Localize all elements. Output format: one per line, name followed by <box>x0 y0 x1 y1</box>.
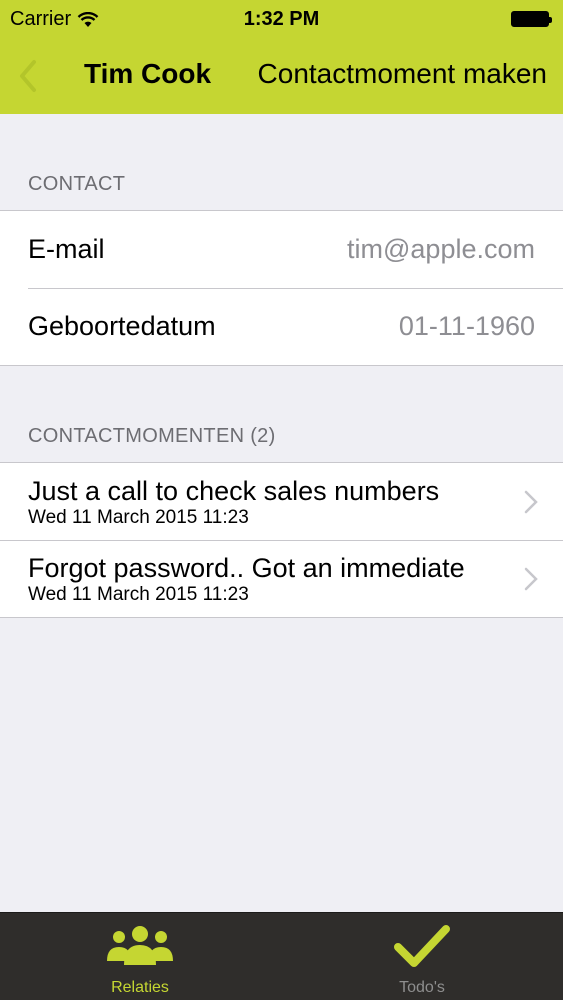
tab-bar: Relaties Todo's <box>0 912 563 1000</box>
list-item[interactable]: Forgot password.. Got an immediate Wed 1… <box>0 540 563 617</box>
contact-group: E-mail tim@apple.com Geboortedatum 01-11… <box>0 210 563 366</box>
contactmomenten-section-header: CONTACTMOMENTEN (2) <box>28 425 276 447</box>
tab-relaties-label: Relaties <box>111 979 169 996</box>
moment-title: Forgot password.. Got an immediate <box>28 553 465 583</box>
birthdate-row[interactable]: Geboortedatum 01-11-1960 <box>0 288 563 365</box>
moment-title: Just a call to check sales numbers <box>28 476 440 506</box>
birthdate-value: 01-11-1960 <box>398 311 535 341</box>
back-chevron-icon[interactable] <box>14 58 42 94</box>
birthdate-label: Geboortedatum <box>28 311 216 341</box>
create-contact-moment-button[interactable]: Contactmoment maken <box>258 58 547 90</box>
tab-todos[interactable]: Todo's <box>352 913 492 1000</box>
people-icon <box>107 926 173 965</box>
checkmark-icon <box>394 925 450 967</box>
nav-row: Tim Cook Contactmoment maken <box>0 48 563 104</box>
navigation-bar: Carrier 1:32 PM Tim Cook Contactmoment m… <box>0 0 563 114</box>
chevron-right-icon <box>524 490 538 514</box>
email-label: E-mail <box>28 234 105 264</box>
contactmomenten-group: Just a call to check sales numbers Wed 1… <box>0 462 563 618</box>
contact-section-header: CONTACT <box>28 173 126 195</box>
moment-date: Wed 11 March 2015 11:23 <box>28 584 249 605</box>
status-bar: Carrier 1:32 PM <box>0 0 563 38</box>
nav-title: Tim Cook <box>84 58 212 89</box>
battery-icon <box>511 11 552 27</box>
email-row[interactable]: E-mail tim@apple.com <box>0 211 563 288</box>
email-value: tim@apple.com <box>347 234 535 264</box>
tab-relaties[interactable]: Relaties <box>70 913 210 1000</box>
moment-date: Wed 11 March 2015 11:23 <box>28 507 249 528</box>
tab-todos-label: Todo's <box>399 979 445 996</box>
status-time: 1:32 PM <box>243 8 320 30</box>
list-item[interactable]: Just a call to check sales numbers Wed 1… <box>0 463 563 540</box>
chevron-right-icon <box>524 567 538 591</box>
